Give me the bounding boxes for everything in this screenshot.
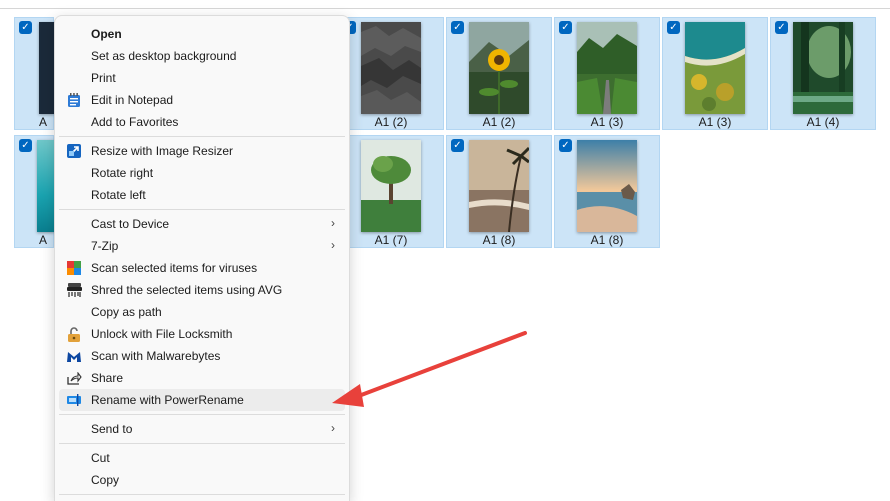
menu-item-label: Add to Favorites bbox=[91, 115, 179, 129]
menu-item-open[interactable]: Open bbox=[59, 23, 345, 45]
file-tile-partial-2[interactable]: ✓ A bbox=[14, 135, 55, 248]
thumbnail bbox=[361, 22, 421, 114]
file-tile-partial-1[interactable]: ✓ A bbox=[14, 17, 55, 130]
menu-item-label: Unlock with File Locksmith bbox=[91, 327, 233, 341]
menu-item-label: Edit in Notepad bbox=[91, 93, 174, 107]
menu-item-label: Send to bbox=[91, 422, 133, 436]
file-tile[interactable]: ✓ A1 (3) bbox=[554, 17, 660, 130]
menu-item-add-to-favorites[interactable]: Add to Favorites bbox=[59, 111, 345, 133]
menu-item-share[interactable]: Share bbox=[59, 367, 345, 389]
file-tile[interactable]: ✓ A1 (3) bbox=[662, 17, 768, 130]
menu-item-label: Print bbox=[91, 71, 116, 85]
file-tile[interactable]: ✓ A1 (8) bbox=[554, 135, 660, 248]
menu-item-label: Rotate left bbox=[91, 188, 146, 202]
menu-separator bbox=[59, 136, 345, 137]
context-menu: Open Set as desktop background Print Edi… bbox=[54, 15, 350, 501]
file-caption: A bbox=[39, 233, 48, 247]
file-caption: A1 (7) bbox=[374, 233, 408, 247]
file-tile[interactable]: ✓ A1 (4) bbox=[770, 17, 876, 130]
menu-item-label: Copy bbox=[91, 473, 120, 487]
menu-item-copy[interactable]: Copy bbox=[59, 469, 345, 491]
file-caption: A1 (4) bbox=[806, 115, 840, 129]
menu-item-label: Open bbox=[91, 27, 122, 41]
menu-item-label: Scan with Malwarebytes bbox=[91, 349, 221, 363]
menu-item-label: Set as desktop background bbox=[91, 49, 237, 63]
checkbox-icon[interactable]: ✓ bbox=[667, 21, 680, 34]
file-tile[interactable]: ✓ A1 (2) bbox=[338, 17, 444, 130]
menu-item-unlock-with-file-locksmith[interactable]: Unlock with File Locksmith bbox=[59, 323, 345, 345]
share-icon bbox=[59, 367, 89, 389]
menu-separator bbox=[59, 209, 345, 210]
lock-icon bbox=[59, 323, 89, 345]
menu-item-rename-with-powerrename[interactable]: Rename with PowerRename bbox=[59, 389, 345, 411]
file-caption: A1 (2) bbox=[374, 115, 408, 129]
notepad-icon bbox=[59, 89, 89, 111]
thumbnail bbox=[577, 22, 637, 114]
thumbnail bbox=[469, 140, 529, 232]
menu-item-cut[interactable]: Cut bbox=[59, 447, 345, 469]
image-resizer-icon bbox=[59, 140, 89, 162]
shredder-icon bbox=[59, 279, 89, 301]
checkbox-icon[interactable]: ✓ bbox=[559, 21, 572, 34]
thumbnail bbox=[577, 140, 637, 232]
thumbnail bbox=[685, 22, 745, 114]
menu-separator bbox=[59, 494, 345, 495]
checkbox-icon[interactable]: ✓ bbox=[19, 139, 32, 152]
file-caption: A1 (8) bbox=[482, 233, 516, 247]
checkbox-icon[interactable]: ✓ bbox=[451, 21, 464, 34]
address-bar-divider bbox=[0, 8, 890, 9]
menu-item-rotate-right[interactable]: Rotate right bbox=[59, 162, 345, 184]
submenu-chevron-icon: › bbox=[331, 421, 335, 435]
thumbnail bbox=[39, 22, 55, 114]
malwarebytes-icon bbox=[59, 345, 89, 367]
menu-item-scan-with-malwarebytes[interactable]: Scan with Malwarebytes bbox=[59, 345, 345, 367]
menu-item-label: Rename with PowerRename bbox=[91, 393, 244, 407]
menu-item-cast-to-device[interactable]: Cast to Device › bbox=[59, 213, 345, 235]
menu-item-7-zip[interactable]: 7-Zip › bbox=[59, 235, 345, 257]
file-caption: A1 (2) bbox=[482, 115, 516, 129]
thumbnail bbox=[361, 140, 421, 232]
menu-item-copy-as-path[interactable]: Copy as path bbox=[59, 301, 345, 323]
file-tile[interactable]: ✓ A1 (2) bbox=[446, 17, 552, 130]
menu-item-label: Cast to Device bbox=[91, 217, 170, 231]
checkbox-icon[interactable]: ✓ bbox=[559, 139, 572, 152]
powerrename-icon bbox=[59, 389, 89, 411]
menu-item-label: Scan selected items for viruses bbox=[91, 261, 258, 275]
file-tile[interactable]: ✓ A1 (7) bbox=[338, 135, 444, 248]
menu-item-scan-for-viruses[interactable]: Scan selected items for viruses bbox=[59, 257, 345, 279]
menu-item-label: 7-Zip bbox=[91, 239, 119, 253]
file-caption: A1 (8) bbox=[590, 233, 624, 247]
file-caption: A1 (3) bbox=[590, 115, 624, 129]
menu-item-resize-with-image-resizer[interactable]: Resize with Image Resizer bbox=[59, 140, 345, 162]
submenu-chevron-icon: › bbox=[331, 216, 335, 230]
file-tile[interactable]: ✓ A1 (8) bbox=[446, 135, 552, 248]
menu-item-label: Cut bbox=[91, 451, 110, 465]
menu-item-label: Resize with Image Resizer bbox=[91, 144, 234, 158]
menu-item-label: Rotate right bbox=[91, 166, 154, 180]
checkbox-icon[interactable]: ✓ bbox=[775, 21, 788, 34]
menu-separator bbox=[59, 414, 345, 415]
menu-item-print[interactable]: Print bbox=[59, 67, 345, 89]
avg-icon bbox=[59, 257, 89, 279]
submenu-chevron-icon: › bbox=[331, 238, 335, 252]
menu-item-label: Share bbox=[91, 371, 124, 385]
checkbox-icon[interactable]: ✓ bbox=[451, 139, 464, 152]
menu-item-send-to[interactable]: Send to › bbox=[59, 418, 345, 440]
menu-separator bbox=[59, 443, 345, 444]
menu-item-rotate-left[interactable]: Rotate left bbox=[59, 184, 345, 206]
menu-item-label: Shred the selected items using AVG bbox=[91, 283, 283, 297]
file-caption: A bbox=[39, 115, 48, 129]
thumbnail bbox=[37, 140, 55, 232]
thumbnail bbox=[469, 22, 529, 114]
checkbox-icon[interactable]: ✓ bbox=[19, 21, 32, 34]
menu-item-label: Copy as path bbox=[91, 305, 162, 319]
file-caption: A1 (3) bbox=[698, 115, 732, 129]
menu-item-shred-with-avg[interactable]: Shred the selected items using AVG bbox=[59, 279, 345, 301]
menu-item-set-desktop-background[interactable]: Set as desktop background bbox=[59, 45, 345, 67]
menu-item-edit-in-notepad[interactable]: Edit in Notepad bbox=[59, 89, 345, 111]
thumbnail bbox=[793, 22, 853, 114]
